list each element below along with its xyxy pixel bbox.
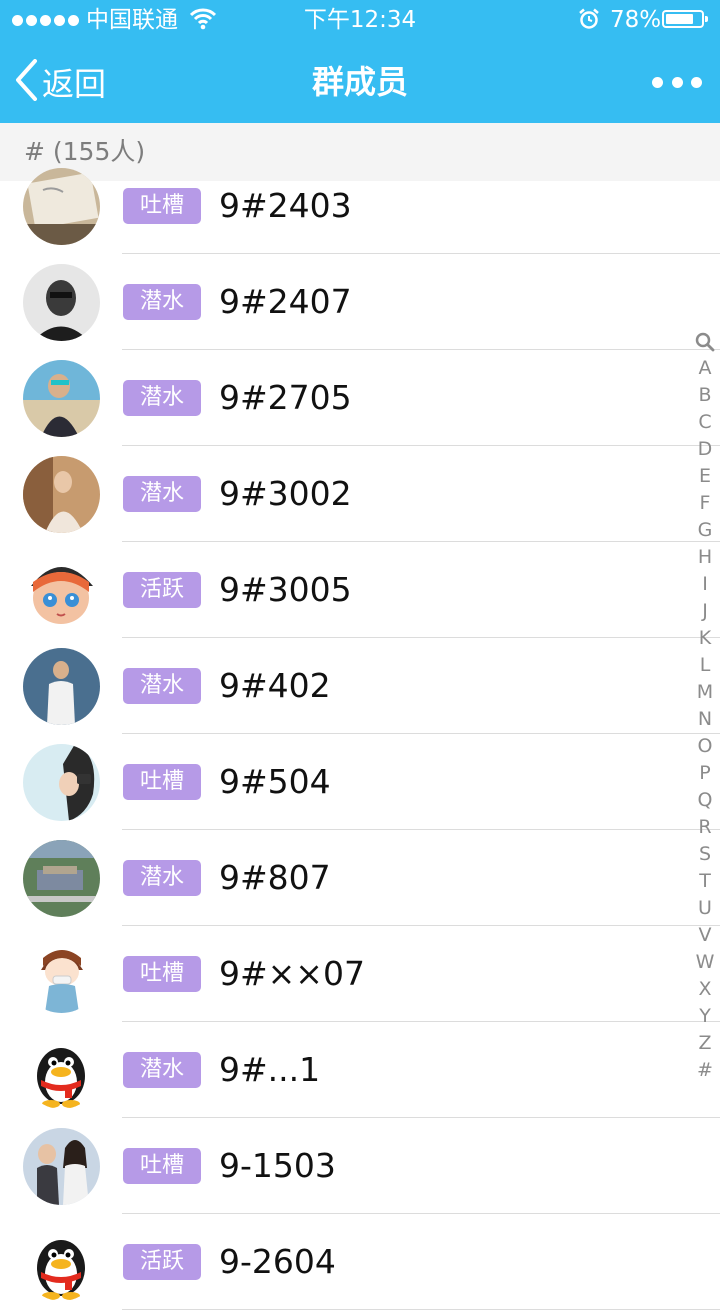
member-name: 9#3002 — [219, 474, 352, 513]
activity-badge: 活跃 — [123, 572, 201, 608]
member-name: 9-1503 — [219, 1146, 336, 1185]
avatar[interactable] — [23, 1224, 100, 1301]
battery-icon — [662, 10, 708, 28]
member-name: 9#807 — [219, 858, 331, 897]
member-row[interactable]: 活跃 9#3005 — [0, 542, 720, 638]
index-letter-hash[interactable]: # — [697, 1057, 713, 1084]
index-letter-q[interactable]: Q — [698, 787, 713, 814]
member-name: 9#3005 — [219, 570, 352, 609]
index-letter-h[interactable]: H — [698, 544, 712, 571]
activity-badge: 潜水 — [123, 668, 201, 704]
member-name: 9#2407 — [219, 282, 352, 321]
activity-badge: 潜水 — [123, 860, 201, 896]
index-letter-n[interactable]: N — [698, 706, 712, 733]
index-letter-r[interactable]: R — [698, 814, 711, 841]
member-name: 9#504 — [219, 762, 331, 801]
activity-badge: 潜水 — [123, 380, 201, 416]
avatar[interactable] — [23, 840, 100, 917]
index-letter-m[interactable]: M — [697, 679, 713, 706]
page-title: 群成员 — [311, 63, 408, 101]
avatar[interactable] — [23, 264, 100, 341]
activity-badge: 潜水 — [123, 476, 201, 512]
index-letter-y[interactable]: Y — [699, 1003, 711, 1030]
member-list: 吐槽 9#2403 潜水 9#2407 潜水 9#2705 潜水 9#3002 活跃 9#3005… — [0, 158, 720, 1310]
avatar[interactable] — [23, 1032, 100, 1109]
member-name: 9#...1 — [219, 1050, 321, 1089]
alarm-icon — [578, 8, 600, 34]
alphabet-index[interactable]: A B C D E F G H I J K L M N O P Q R S T U V W X Y Z # — [690, 328, 720, 1084]
member-row[interactable]: 吐槽 9#××07 — [0, 926, 720, 1022]
status-bar: 中国联通 下午12:34 78% — [0, 0, 720, 40]
member-row[interactable]: 潜水 9#3002 — [0, 446, 720, 542]
index-letter-e[interactable]: E — [699, 463, 711, 490]
more-options-button[interactable] — [652, 68, 702, 96]
index-letter-x[interactable]: X — [698, 976, 711, 1003]
index-letter-i[interactable]: I — [702, 571, 708, 598]
member-row[interactable]: 潜水 9#...1 — [0, 1022, 720, 1118]
member-row[interactable]: 吐槽 9#504 — [0, 734, 720, 830]
index-letter-b[interactable]: B — [698, 382, 711, 409]
index-letter-j[interactable]: J — [702, 598, 708, 625]
member-name: 9#2403 — [219, 186, 352, 225]
avatar[interactable] — [23, 360, 100, 437]
member-row[interactable]: 活跃 9-2604 — [0, 1214, 720, 1310]
index-letter-c[interactable]: C — [698, 409, 711, 436]
index-letter-p[interactable]: P — [699, 760, 710, 787]
avatar[interactable] — [23, 648, 100, 725]
index-letter-u[interactable]: U — [698, 895, 712, 922]
activity-badge: 吐槽 — [123, 188, 201, 224]
avatar[interactable] — [23, 744, 100, 821]
index-letter-o[interactable]: O — [698, 733, 713, 760]
avatar[interactable] — [23, 1128, 100, 1205]
member-row[interactable]: 吐槽 9#2403 — [0, 158, 720, 254]
index-letter-t[interactable]: T — [699, 868, 711, 895]
member-row[interactable]: 潜水 9#2407 — [0, 254, 720, 350]
index-letter-s[interactable]: S — [699, 841, 711, 868]
member-name: 9#402 — [219, 666, 331, 705]
member-row[interactable]: 潜水 9#402 — [0, 638, 720, 734]
member-name: 9-2604 — [219, 1242, 336, 1281]
member-row[interactable]: 潜水 9#807 — [0, 830, 720, 926]
index-letter-v[interactable]: V — [699, 922, 712, 949]
activity-badge: 潜水 — [123, 284, 201, 320]
index-letter-k[interactable]: K — [699, 625, 711, 652]
battery-percent: 78% — [610, 7, 662, 33]
activity-badge: 吐槽 — [123, 764, 201, 800]
activity-badge: 吐槽 — [123, 1148, 201, 1184]
index-letter-g[interactable]: G — [698, 517, 713, 544]
avatar[interactable] — [23, 168, 100, 245]
activity-badge: 吐槽 — [123, 956, 201, 992]
index-letter-f[interactable]: F — [700, 490, 711, 517]
index-letter-d[interactable]: D — [698, 436, 713, 463]
member-row[interactable]: 潜水 9#2705 — [0, 350, 720, 446]
index-letter-z[interactable]: Z — [698, 1030, 711, 1057]
avatar[interactable] — [23, 936, 100, 1013]
nav-bar: 返回 群成员 — [0, 40, 720, 123]
member-row[interactable]: 吐槽 9-1503 — [0, 1118, 720, 1214]
index-letter-a[interactable]: A — [699, 355, 712, 382]
activity-badge: 潜水 — [123, 1052, 201, 1088]
avatar[interactable] — [23, 456, 100, 533]
member-name: 9#2705 — [219, 378, 352, 417]
search-icon[interactable] — [695, 328, 715, 355]
avatar[interactable] — [23, 552, 100, 629]
activity-badge: 活跃 — [123, 1244, 201, 1280]
member-name: 9#××07 — [219, 954, 365, 993]
index-letter-w[interactable]: W — [696, 949, 715, 976]
index-letter-l[interactable]: L — [700, 652, 711, 679]
